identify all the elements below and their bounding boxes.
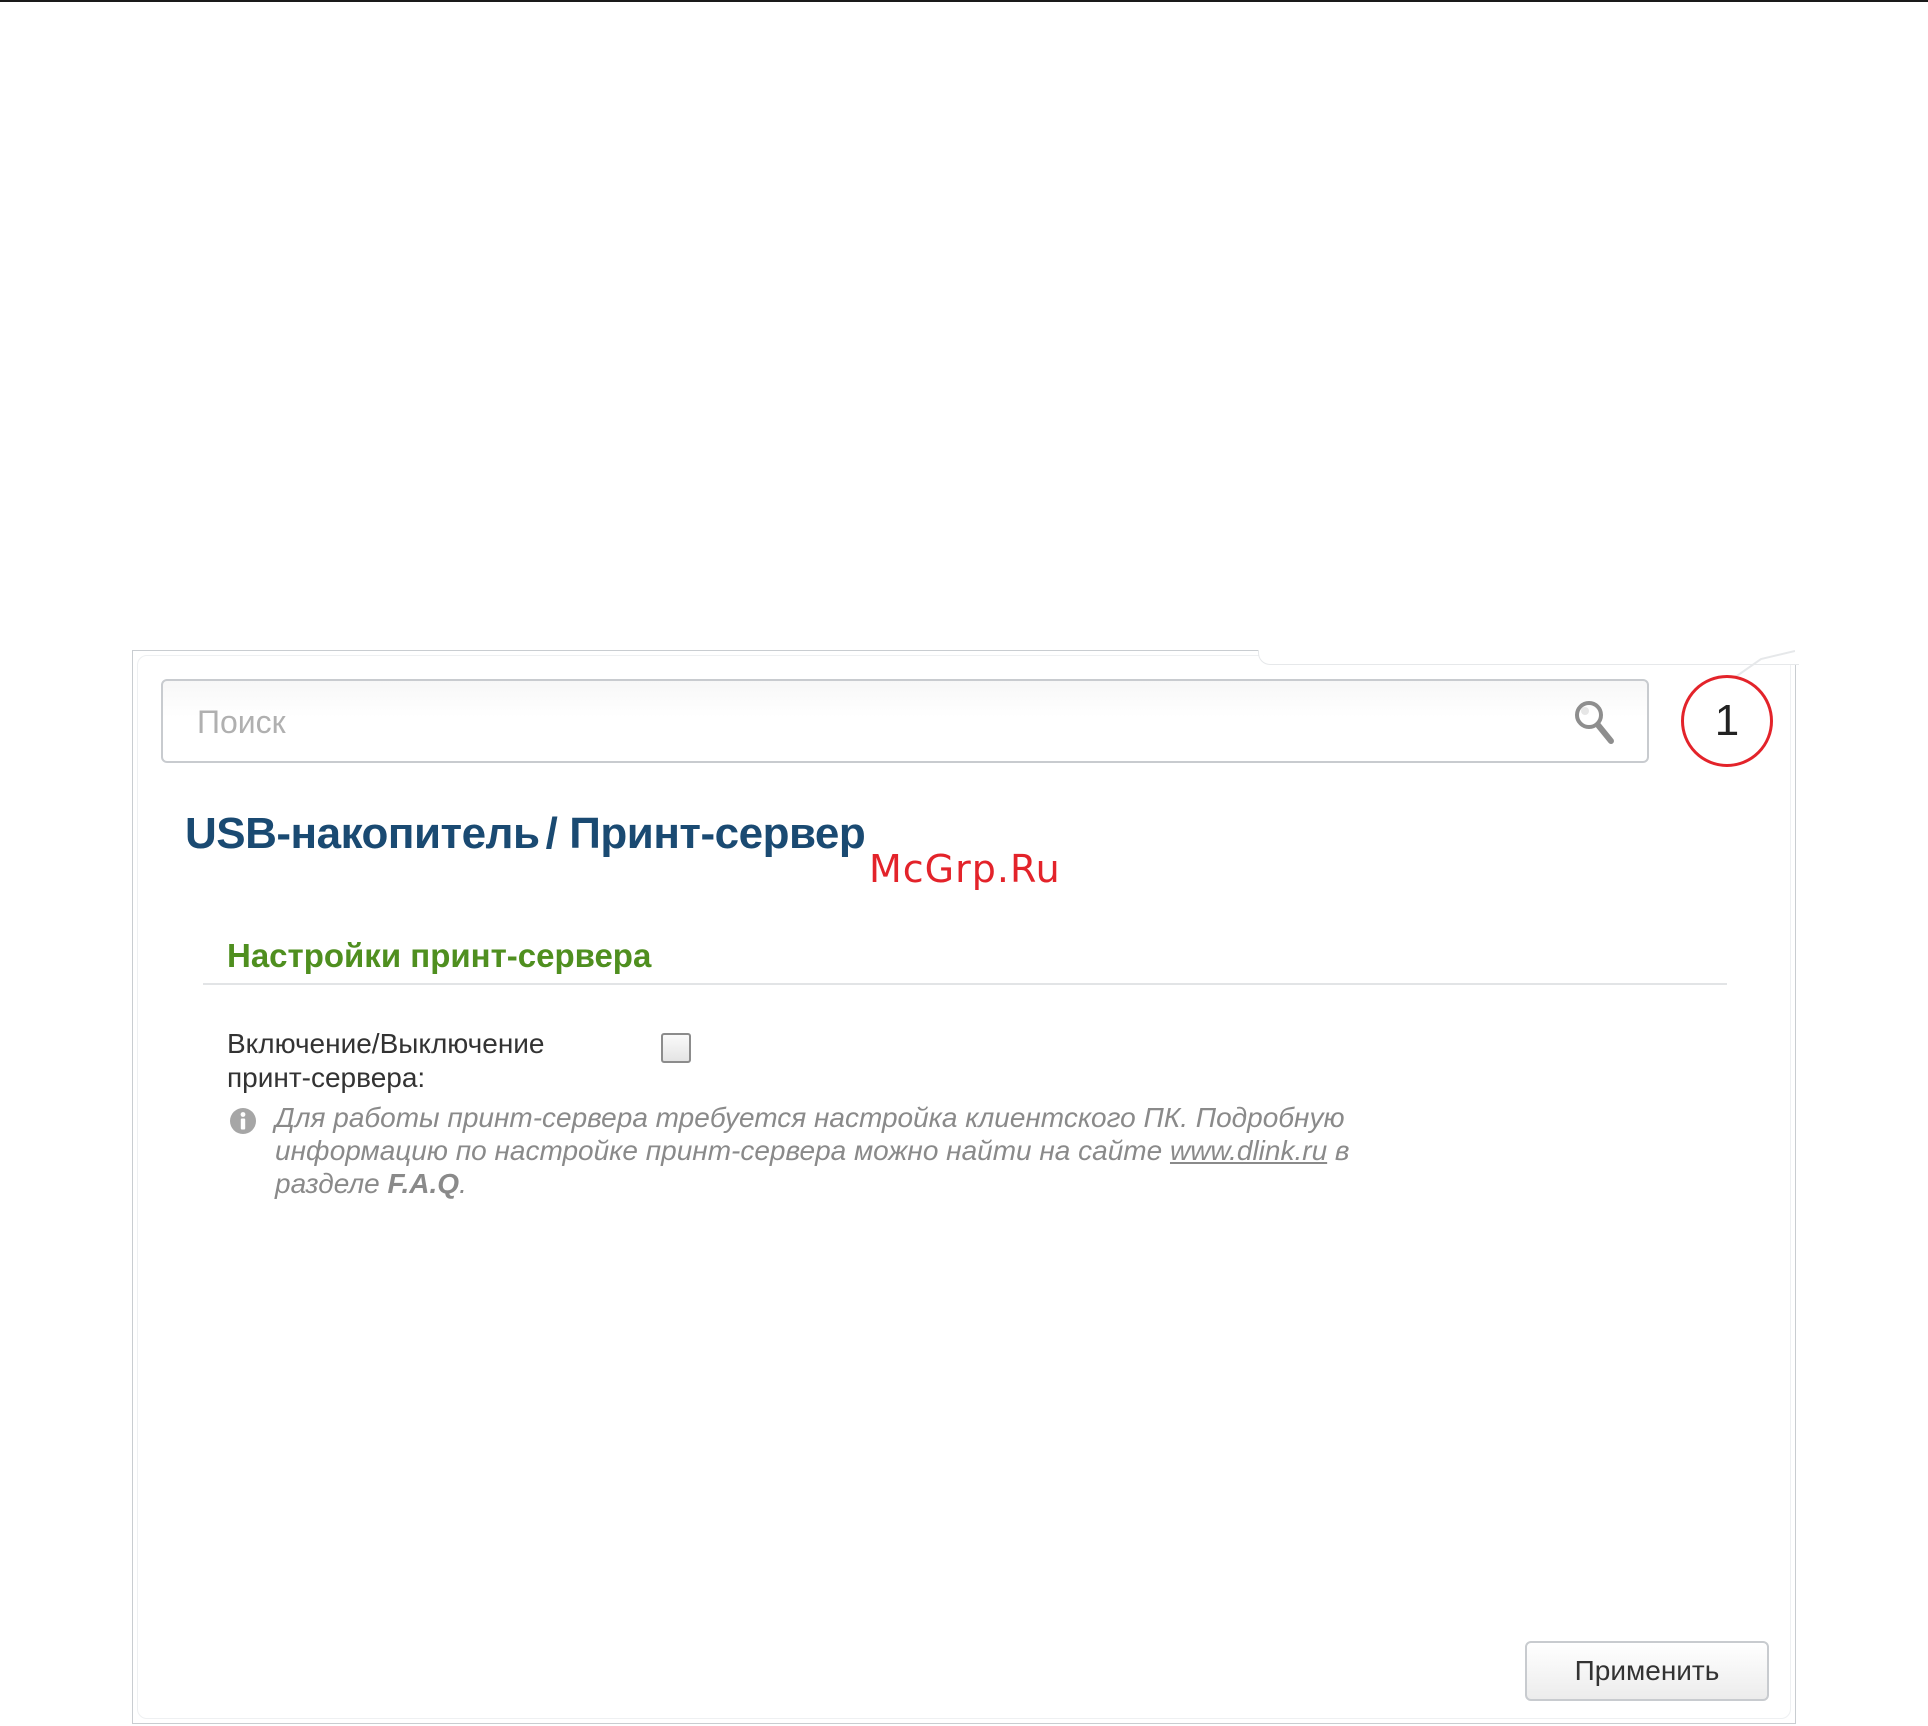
print-server-toggle-checkbox[interactable] [661,1033,691,1063]
search-input[interactable] [195,699,1559,745]
breadcrumb-usb-storage[interactable]: USB-накопитель [185,809,540,858]
callout-number-badge: 1 [1681,675,1773,767]
info-note-end: . [459,1168,467,1199]
panel-tab-notch [1258,650,1799,665]
breadcrumb-separator: / [545,809,558,858]
info-note: Для работы принт-сервера требуется настр… [275,1101,1405,1200]
settings-panel: 1 USB-накопитель/Принт-сервер McGrp.Ru Н… [132,650,1799,1724]
section-divider [203,983,1727,985]
apply-button[interactable]: Применить [1525,1641,1769,1701]
search-box[interactable] [161,679,1649,763]
print-server-toggle-label: Включение/Выключение принт-сервера: [227,1028,545,1093]
info-icon [230,1108,256,1134]
watermark: McGrp.Ru [869,847,1061,891]
page-title: USB-накопитель / Принт-сервер [185,809,866,859]
dlink-site-link[interactable]: www.dlink.ru [1170,1135,1327,1166]
top-rule [0,0,1928,2]
breadcrumb-print-server: Принт-сервер [569,809,866,858]
search-icon[interactable] [1571,697,1619,749]
section-title: Настройки принт-сервера [227,937,652,974]
faq-label: F.A.Q [387,1168,460,1199]
